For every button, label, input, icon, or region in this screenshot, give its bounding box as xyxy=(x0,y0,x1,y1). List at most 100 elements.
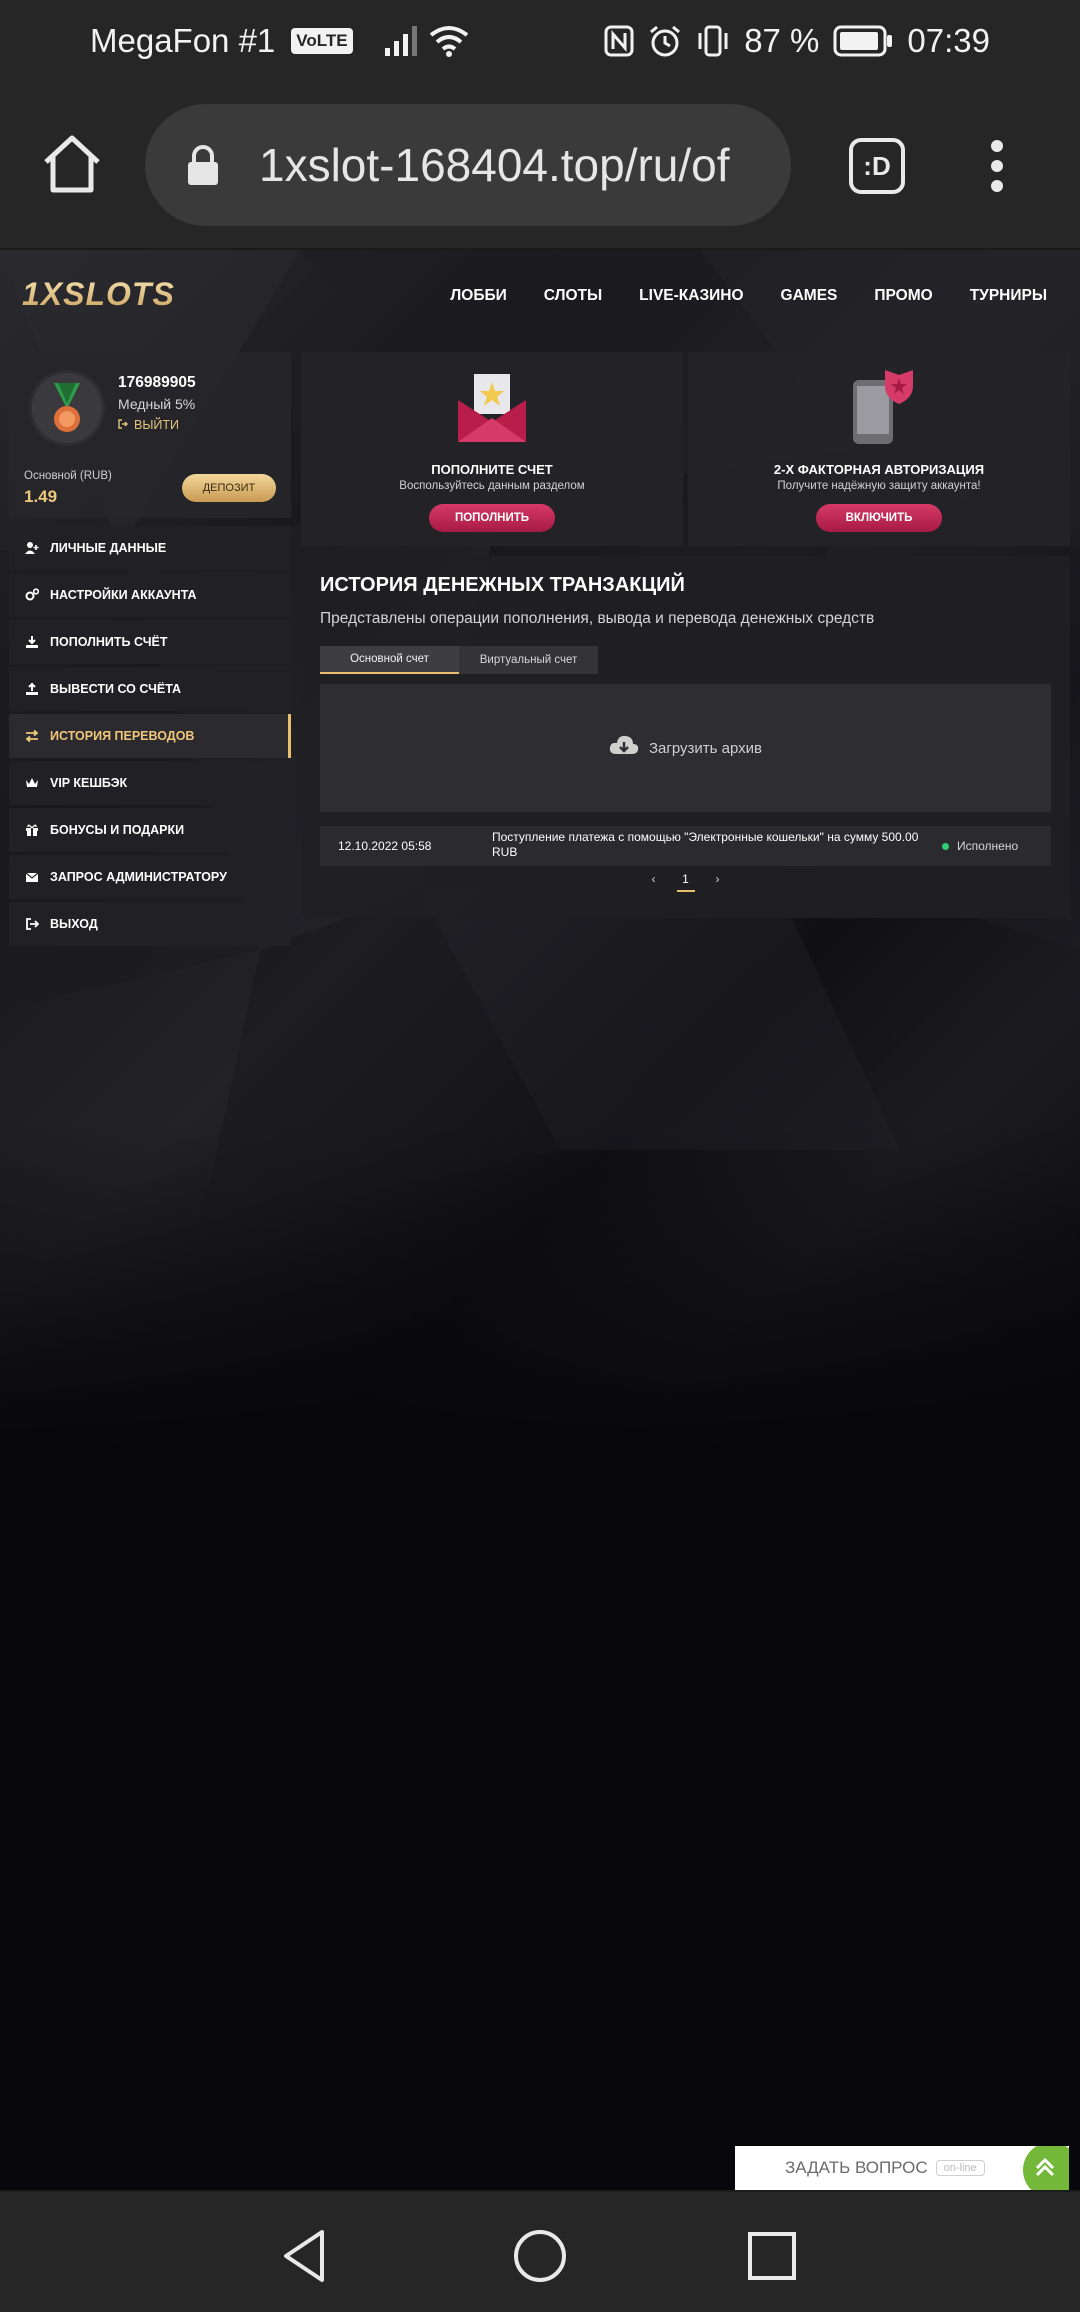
back-icon[interactable] xyxy=(278,2226,338,2286)
nfc-icon xyxy=(604,25,634,57)
tx-description: Поступление платежа с помощью "Электронн… xyxy=(492,830,919,859)
carrier-name: MegaFon #1 xyxy=(90,22,276,59)
menu-label: ВЫВЕСТИ СО СЧЁТА xyxy=(50,682,182,696)
enable-2fa-button[interactable]: ВКЛЮЧИТЬ xyxy=(816,504,942,532)
battery-icon xyxy=(833,25,893,57)
menu-label: VIP КЕШБЭК xyxy=(50,776,128,790)
vip-level: Медный 5% xyxy=(118,396,196,412)
vibrate-icon xyxy=(696,25,730,57)
logout-link[interactable]: ВЫЙТИ xyxy=(118,418,179,432)
menu-transfer-history[interactable]: ИСТОРИЯ ПЕРЕВОДОВ xyxy=(9,714,291,758)
phone-shield-icon xyxy=(841,370,917,451)
balance-value: 1.49 xyxy=(24,487,58,506)
chat-label: ЗАДАТЬ ВОПРОС xyxy=(785,2158,928,2177)
transfer-icon xyxy=(25,729,39,743)
user-id: 176989905 xyxy=(118,374,196,391)
menu-label: ЛИЧНЫЕ ДАННЫЕ xyxy=(50,541,167,555)
volte-badge: VoLTE xyxy=(291,28,353,54)
browser-toolbar: 1xslot-168404.top/ru/of :D xyxy=(0,82,1080,250)
system-nav-bar xyxy=(0,2190,1080,2312)
nav-promo[interactable]: ПРОМО xyxy=(874,287,932,305)
menu-account-settings[interactable]: НАСТРОЙКИ АККАУНТА xyxy=(9,573,291,617)
menu-withdraw[interactable]: ВЫВЕСТИ СО СЧЁТА xyxy=(9,667,291,711)
next-page-button[interactable]: › xyxy=(709,868,727,892)
nav-lobby[interactable]: ЛОББИ xyxy=(450,287,506,305)
card-subtitle: Получите надёжную защиту аккаунта! xyxy=(777,480,981,492)
account-side-menu: ЛИЧНЫЕ ДАННЫЕ НАСТРОЙКИ АККАУНТА ПОПОЛНИ… xyxy=(9,526,291,949)
menu-vip-cashback[interactable]: VIP КЕШБЭК xyxy=(9,761,291,805)
ask-question-widget[interactable]: ЗАДАТЬ ВОПРОС on-line xyxy=(735,2146,1069,2190)
online-badge: on-line xyxy=(935,2160,985,2176)
menu-deposit[interactable]: ПОПОЛНИТЬ СЧЁТ xyxy=(9,620,291,664)
menu-label: ВЫХОД xyxy=(50,917,98,931)
nav-live-casino[interactable]: LIVE-КАЗИНО xyxy=(639,287,743,305)
deposit-button[interactable]: ДЕПОЗИТ xyxy=(182,474,276,502)
alarm-icon xyxy=(648,24,682,58)
tab-switcher-button[interactable]: :D xyxy=(849,138,905,194)
transactions-panel: ИСТОРИЯ ДЕНЕЖНЫХ ТРАНЗАКЦИЙ Представлены… xyxy=(301,556,1070,918)
envelope-star-icon xyxy=(454,370,530,451)
account-tabs: Основной счет Виртуальный счет xyxy=(320,646,598,674)
signal-icon xyxy=(384,26,419,56)
tx-status-label: Исполнено xyxy=(957,839,1019,853)
prev-page-button[interactable]: ‹ xyxy=(645,868,663,892)
download-icon xyxy=(25,635,39,649)
nav-slots[interactable]: СЛОТЫ xyxy=(544,287,602,305)
tab-virtual-account[interactable]: Виртуальный счет xyxy=(459,646,598,674)
balance-label: Основной (RUB) xyxy=(24,470,112,482)
cloud-download-icon xyxy=(609,734,639,762)
wifi-icon xyxy=(429,25,469,57)
archive-label: Загрузить архив xyxy=(648,739,763,757)
logout-icon xyxy=(25,917,39,931)
menu-label: ИСТОРИЯ ПЕРЕВОДОВ xyxy=(50,729,195,743)
menu-bonuses-gifts[interactable]: БОНУСЫ И ПОДАРКИ xyxy=(9,808,291,852)
nav-tournaments[interactable]: ТУРНИРЫ xyxy=(970,287,1047,305)
url-text: 1xslot-168404.top/ru/of xyxy=(259,139,730,191)
crown-icon xyxy=(25,776,39,790)
profile-panel: 176989905 Медный 5% ВЫЙТИ Основной (RUB)… xyxy=(9,352,291,518)
main-nav: ЛОББИ СЛОТЫ LIVE-КАЗИНО GAMES ПРОМО ТУРН… xyxy=(450,250,1080,342)
address-bar[interactable]: 1xslot-168404.top/ru/of xyxy=(145,104,791,226)
menu-exit[interactable]: ВЫХОД xyxy=(9,902,291,946)
battery-percent: 87 % xyxy=(744,22,820,59)
home-icon[interactable] xyxy=(40,132,104,196)
pagination: ‹ 1 › xyxy=(301,868,1070,892)
deposit-promo-card: ПОПОЛНИТЕ СЧЕТ Воспользуйтесь данным раз… xyxy=(301,352,683,546)
home-circle-icon[interactable] xyxy=(510,2226,570,2286)
logout-icon xyxy=(118,418,128,432)
gears-icon xyxy=(25,588,39,602)
topup-button[interactable]: ПОПОЛНИТЬ xyxy=(429,504,555,532)
load-archive-button[interactable]: Загрузить архив xyxy=(320,684,1051,812)
tx-date: 12.10.2022 05:58 xyxy=(338,839,432,853)
menu-admin-request[interactable]: ЗАПРОС АДМИНИСТРАТОРУ xyxy=(9,855,291,899)
avatar-medal-icon xyxy=(29,370,105,446)
menu-label: НАСТРОЙКИ АККАУНТА xyxy=(50,588,197,602)
menu-label: ПОПОЛНИТЬ СЧЁТ xyxy=(50,635,168,649)
gift-icon xyxy=(25,823,39,837)
recents-icon[interactable] xyxy=(742,2226,802,2286)
envelope-icon xyxy=(25,870,39,884)
page-description: Представлены операции пополнения, вывода… xyxy=(320,610,875,627)
tab-main-account[interactable]: Основной счет xyxy=(320,646,459,674)
logout-label: ВЫЙТИ xyxy=(134,418,180,432)
chevron-up-icon xyxy=(1023,2146,1069,2190)
status-dot-icon xyxy=(942,842,949,850)
menu-label: БОНУСЫ И ПОДАРКИ xyxy=(50,823,185,837)
site-header: 1XSLOTS ЛОББИ СЛОТЫ LIVE-КАЗИНО GAMES ПР… xyxy=(0,250,1080,342)
nav-games[interactable]: GAMES xyxy=(781,287,838,305)
menu-label: ЗАПРОС АДМИНИСТРАТОРУ xyxy=(50,870,227,884)
status-bar: MegaFon #1 VoLTE 87 % 07:39 xyxy=(0,0,1080,82)
page-title: ИСТОРИЯ ДЕНЕЖНЫХ ТРАНЗАКЦИЙ xyxy=(320,574,685,596)
twofa-promo-card: 2-Х ФАКТОРНАЯ АВТОРИЗАЦИЯ Получите надёж… xyxy=(688,352,1070,546)
site-logo[interactable]: 1XSLOTS xyxy=(22,276,175,313)
menu-personal-data[interactable]: ЛИЧНЫЕ ДАННЫЕ xyxy=(9,526,291,570)
card-title: ПОПОЛНИТЕ СЧЕТ xyxy=(431,462,553,477)
user-plus-icon xyxy=(25,541,39,555)
table-row: 12.10.2022 05:58 Поступление платежа с п… xyxy=(320,826,1051,866)
current-page[interactable]: 1 xyxy=(676,868,695,892)
card-title: 2-Х ФАКТОРНАЯ АВТОРИЗАЦИЯ xyxy=(773,462,985,477)
upload-icon xyxy=(25,682,39,696)
tx-status: Исполнено xyxy=(942,839,1018,853)
clock: 07:39 xyxy=(907,22,990,59)
more-menu-icon[interactable] xyxy=(985,138,1009,194)
